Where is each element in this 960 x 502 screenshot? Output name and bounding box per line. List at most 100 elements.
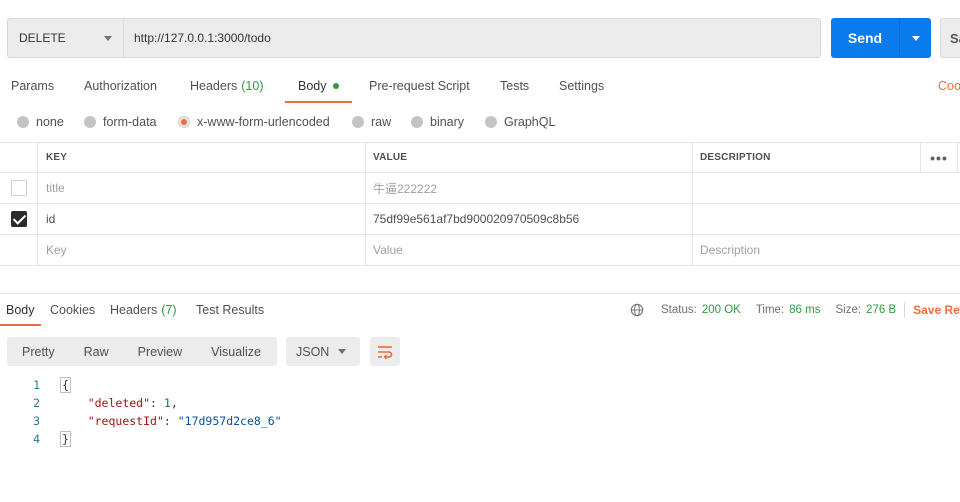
response-body-editor[interactable]: 1 { 2 "deleted": 1, 3 "requestId": "17d9… bbox=[0, 376, 960, 448]
response-tab-headers[interactable]: Headers (7) bbox=[110, 296, 177, 324]
send-options-button[interactable] bbox=[899, 18, 931, 58]
row-checkbox-cell bbox=[0, 173, 38, 203]
tab-label: Settings bbox=[559, 79, 605, 93]
body-indicator-dot bbox=[332, 83, 339, 89]
time-label: Time: bbox=[755, 304, 785, 316]
view-preview-button[interactable]: Preview bbox=[138, 337, 182, 366]
radio-form-data[interactable]: form-data bbox=[84, 111, 157, 133]
size-value[interactable]: 276 B bbox=[866, 304, 896, 316]
separator bbox=[904, 302, 906, 318]
send-button[interactable]: Send bbox=[831, 18, 931, 58]
radio-circle bbox=[84, 116, 96, 128]
size-label: Size: bbox=[835, 304, 862, 316]
format-label: JSON bbox=[296, 344, 330, 359]
radio-label: x-www-form-urlencoded bbox=[197, 115, 330, 129]
value-cell[interactable]: 牛逼222222 bbox=[366, 173, 693, 203]
json-key: "requestId" bbox=[87, 414, 164, 428]
table-row: title 牛逼222222 bbox=[0, 173, 960, 204]
radio-none[interactable]: none bbox=[17, 111, 64, 133]
description-cell[interactable] bbox=[693, 173, 920, 203]
row-checkbox[interactable] bbox=[10, 180, 27, 196]
radio-graphql[interactable]: GraphQL bbox=[485, 111, 555, 133]
tab-label: Body bbox=[298, 79, 327, 93]
column-header-key: KEY bbox=[38, 143, 366, 172]
line-number: 2 bbox=[33, 396, 40, 410]
save-response-button[interactable]: Save Re bbox=[913, 303, 960, 317]
radio-binary[interactable]: binary bbox=[411, 111, 464, 133]
radio-circle bbox=[352, 116, 364, 128]
more-dots-icon: ••• bbox=[930, 149, 948, 166]
wrap-lines-icon bbox=[378, 345, 393, 359]
chevron-down-icon bbox=[911, 35, 920, 41]
table-row-new: Key Value Description bbox=[0, 235, 960, 266]
radio-x-www-form-urlencoded[interactable]: x-www-form-urlencoded bbox=[178, 111, 330, 133]
table-row: id 75df99e561af7bd900020970509c8b56 bbox=[0, 204, 960, 235]
tab-params[interactable]: Params bbox=[11, 70, 54, 102]
method-select[interactable]: DELETE bbox=[8, 19, 124, 57]
view-visualize-button[interactable]: Visualize bbox=[211, 337, 261, 366]
tab-headers[interactable]: Headers (10) bbox=[190, 70, 263, 102]
tab-label: Authorization bbox=[84, 79, 157, 93]
response-tabs: Body Cookies Headers (7) Test Results Sta… bbox=[0, 296, 960, 326]
radio-label: none bbox=[36, 115, 64, 129]
chevron-down-icon bbox=[104, 35, 112, 41]
status-value[interactable]: 200 OK bbox=[702, 304, 741, 316]
pane-divider[interactable] bbox=[0, 293, 960, 294]
time-value[interactable]: 86 ms bbox=[789, 304, 820, 316]
tab-tests[interactable]: Tests bbox=[500, 70, 529, 102]
tab-settings[interactable]: Settings bbox=[559, 70, 604, 102]
view-raw-button[interactable]: Raw bbox=[84, 337, 109, 366]
response-meta: Status: 200 OK Time: 86 ms Size: 276 B S… bbox=[630, 296, 960, 324]
headers-count: (10) bbox=[241, 79, 264, 93]
wrap-lines-button[interactable] bbox=[370, 337, 400, 366]
params-table: KEY VALUE DESCRIPTION ••• title 牛逼222222… bbox=[0, 142, 960, 266]
url-input[interactable]: http://127.0.0.1:3000/todo bbox=[124, 19, 820, 57]
tab-pre-request-script[interactable]: Pre-request Script bbox=[369, 70, 470, 102]
tab-label: Headers bbox=[190, 79, 238, 93]
tab-body[interactable]: Body bbox=[285, 70, 351, 103]
radio-label: form-data bbox=[103, 115, 157, 129]
response-tab-body[interactable]: Body bbox=[0, 296, 40, 326]
description-placeholder[interactable]: Description bbox=[693, 235, 920, 265]
body-type-options: none form-data x-www-form-urlencoded raw… bbox=[0, 111, 960, 133]
radio-label: GraphQL bbox=[504, 115, 556, 129]
cookies-link[interactable]: Coo bbox=[938, 70, 960, 102]
line-number: 3 bbox=[33, 414, 40, 428]
response-tab-cookies[interactable]: Cookies bbox=[50, 296, 95, 324]
code-text: "deleted": 1, bbox=[87, 396, 178, 410]
key-placeholder[interactable]: Key bbox=[38, 235, 366, 265]
value-placeholder[interactable]: Value bbox=[366, 235, 693, 265]
radio-circle bbox=[411, 116, 423, 128]
view-mode-group: Pretty Raw Preview Visualize bbox=[7, 337, 277, 366]
code-line: 2 "deleted": 1, bbox=[0, 394, 960, 412]
code-text: } bbox=[60, 431, 71, 447]
format-select[interactable]: JSON bbox=[286, 337, 360, 366]
request-bar: DELETE http://127.0.0.1:3000/todo bbox=[7, 18, 821, 58]
row-checkbox-cell bbox=[0, 204, 38, 234]
more-options-button[interactable]: ••• bbox=[920, 143, 958, 172]
column-header-value: VALUE bbox=[366, 143, 693, 172]
key-cell[interactable]: id bbox=[38, 204, 366, 234]
tab-authorization[interactable]: Authorization bbox=[84, 70, 157, 102]
status-label: Status: bbox=[661, 304, 697, 316]
json-key: "deleted" bbox=[87, 396, 151, 410]
response-tab-test-results[interactable]: Test Results bbox=[196, 296, 264, 324]
view-pretty-button[interactable]: Pretty bbox=[22, 337, 55, 366]
globe-icon[interactable] bbox=[630, 303, 644, 317]
line-number: 1 bbox=[33, 378, 40, 392]
description-cell[interactable] bbox=[693, 204, 920, 234]
row-checkbox[interactable] bbox=[10, 211, 27, 227]
code-line: 3 "requestId": "17d957d2ce8_6" bbox=[0, 412, 960, 430]
tab-label: Params bbox=[11, 79, 55, 93]
tab-label: Test Results bbox=[196, 303, 265, 317]
save-button[interactable]: Sa bbox=[940, 18, 960, 58]
radio-circle bbox=[485, 116, 497, 128]
code-line: 4 } bbox=[0, 430, 960, 448]
code-text: "requestId": "17d957d2ce8_6" bbox=[87, 414, 282, 428]
value-cell[interactable]: 75df99e561af7bd900020970509c8b56 bbox=[366, 204, 693, 234]
tab-label: Tests bbox=[500, 79, 530, 93]
radio-raw[interactable]: raw bbox=[352, 111, 391, 133]
key-cell[interactable]: title bbox=[38, 173, 366, 203]
tab-label: Headers bbox=[110, 303, 158, 317]
headers-count: (7) bbox=[161, 303, 177, 317]
